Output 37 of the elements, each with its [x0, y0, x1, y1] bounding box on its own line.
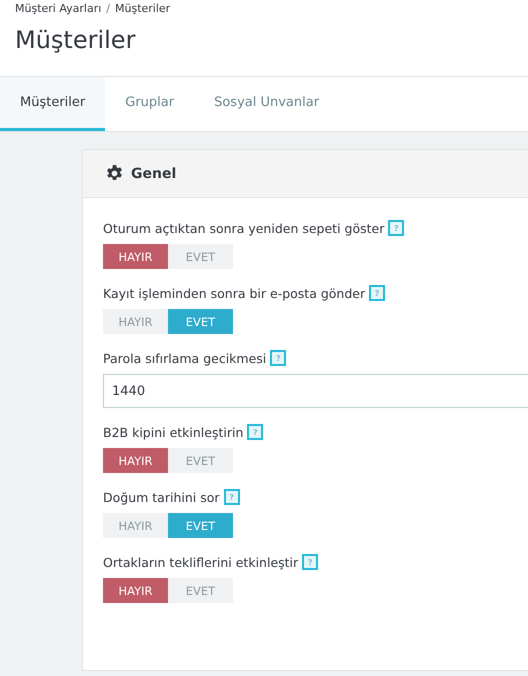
help-icon[interactable]: ?	[224, 489, 240, 505]
toggle-option[interactable]: HAYIR	[103, 578, 168, 603]
field-label: Doğum tarihini sor	[103, 490, 220, 504]
toggle-switch[interactable]: HAYIR EVET	[103, 513, 233, 538]
toggle-switch[interactable]: HAYIR EVET	[103, 578, 233, 603]
settings-icon	[105, 164, 124, 183]
toggle-option[interactable]: HAYIR	[103, 244, 168, 269]
toggle-option[interactable]: EVET	[168, 309, 233, 334]
toggle-option[interactable]: EVET	[168, 448, 233, 473]
toggle-switch[interactable]: HAYIR EVET	[103, 244, 233, 269]
help-icon[interactable]: ?	[270, 350, 286, 366]
tab[interactable]: Müşteriler	[0, 77, 106, 131]
toggle-option[interactable]: HAYIR	[103, 513, 168, 538]
page-title: Müşteriler	[15, 26, 136, 54]
field-label: Oturum açtıktan sonra yeniden sepeti göster	[103, 220, 384, 236]
field-label: Parola sıfırlama gecikmesi	[103, 350, 266, 366]
breadcrumb-separator: /	[106, 2, 110, 15]
field-label: Kayıt işleminden sonra bir e-posta gönder	[103, 286, 366, 300]
help-icon[interactable]: ?	[388, 220, 404, 236]
toggle-option[interactable]: HAYIR	[103, 448, 168, 473]
breadcrumb-item: Müşteriler	[115, 2, 170, 15]
tab[interactable]: Gruplar	[105, 77, 194, 131]
toggle-option[interactable]: HAYIR	[103, 309, 168, 334]
field-label: B2B kipini etkinleştirin	[103, 424, 244, 440]
toggle-switch[interactable]: HAYIR EVET	[103, 448, 233, 473]
toggle-switch[interactable]: HAYIR EVET	[103, 309, 233, 334]
tab[interactable]: Sosyal Unvanlar	[194, 77, 340, 131]
toggle-option[interactable]: EVET	[168, 513, 233, 538]
panel-title: Genel	[131, 166, 176, 182]
toggle-option[interactable]: EVET	[168, 244, 233, 269]
number-field[interactable]: 1440	[103, 374, 528, 408]
breadcrumb-item[interactable]: Müşteri Ayarları	[15, 2, 102, 15]
help-icon[interactable]: ?	[247, 424, 264, 440]
help-icon[interactable]: ?	[369, 285, 386, 301]
field-label: Ortakların tekliflerini etkinleştir	[103, 554, 298, 570]
toggle-option[interactable]: EVET	[168, 578, 233, 603]
help-icon[interactable]: ?	[302, 554, 318, 570]
